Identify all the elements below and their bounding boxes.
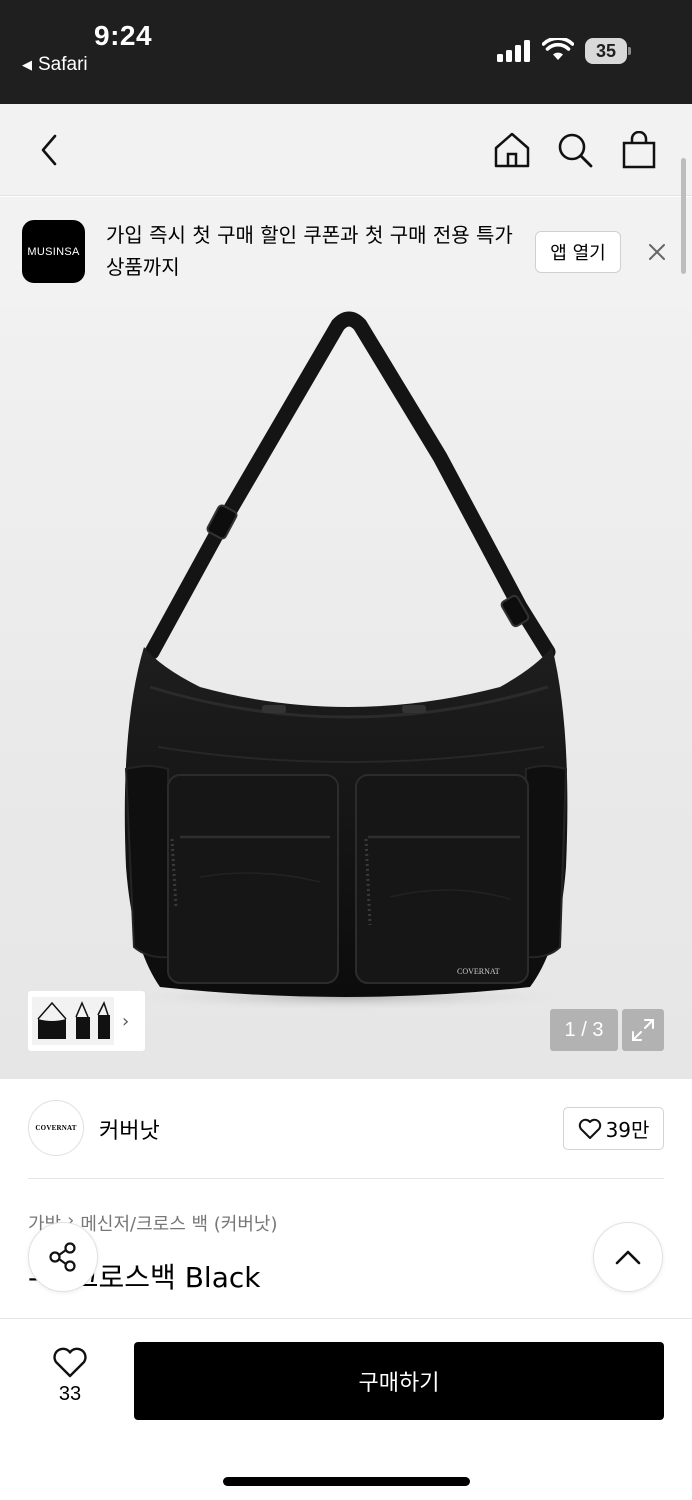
status-bar: 9:24 ◀ Safari 35	[0, 0, 692, 104]
home-icon	[494, 132, 530, 168]
wishlist-button[interactable]: 33	[40, 1347, 100, 1417]
thumbnail-images	[32, 997, 114, 1045]
close-icon[interactable]	[644, 239, 670, 265]
heart-icon	[578, 1118, 601, 1139]
divider	[28, 1178, 664, 1179]
musinsa-logo: MUSINSA	[22, 220, 85, 283]
brand-name[interactable]: 커버낫	[99, 1113, 160, 1145]
chevron-right-icon: ›	[122, 1010, 130, 1032]
wifi-icon	[542, 38, 574, 60]
share-button[interactable]	[28, 1222, 98, 1292]
brand-row: COVERNAT 커버낫 39만	[0, 1079, 692, 1179]
brand-like-count: 39만	[605, 1118, 650, 1142]
return-app-label: Safari	[38, 54, 88, 75]
buy-button[interactable]: 구매하기	[134, 1342, 664, 1420]
status-time: 9:24	[94, 20, 153, 51]
breadcrumb-item-subcategory[interactable]: 메신저/크로스 백 (커버낫)	[80, 1210, 277, 1236]
back-button[interactable]	[28, 128, 72, 172]
brand-logo[interactable]: COVERNAT	[28, 1100, 84, 1156]
bottom-action-bar: 33 구매하기	[0, 1318, 692, 1500]
thumbnail-strip[interactable]: ›	[28, 991, 145, 1051]
search-button[interactable]	[553, 128, 597, 172]
cart-button[interactable]	[617, 128, 661, 172]
share-icon	[49, 1242, 76, 1272]
home-button[interactable]	[490, 128, 534, 172]
search-icon	[558, 133, 593, 168]
scroll-to-top-button[interactable]	[593, 1222, 663, 1292]
crossbody-bag-image: COVERNAT	[116, 311, 576, 1011]
banner-promo-text: 가입 즉시 첫 구매 할인 쿠폰과 첫 구매 전용 특가 상품까지	[106, 223, 513, 279]
battery-level: 35	[585, 38, 627, 64]
page-scrollbar[interactable]	[681, 158, 686, 274]
chevron-up-icon	[615, 1250, 641, 1265]
heart-icon	[53, 1347, 87, 1378]
back-triangle-icon: ◀	[22, 57, 32, 72]
image-page-indicator: 1 / 3	[550, 1009, 618, 1051]
expand-icon	[632, 1019, 654, 1041]
expand-image-button[interactable]	[622, 1009, 664, 1051]
cellular-signal-icon	[497, 40, 531, 62]
shopping-bag-icon	[622, 131, 656, 169]
battery-indicator: 35	[585, 38, 631, 64]
brand-like-button[interactable]: 39만	[563, 1107, 664, 1150]
wishlist-count: 33	[58, 1383, 82, 1405]
product-image-gallery[interactable]: COVERNAT › 1 / 3	[0, 307, 692, 1079]
bag-brand-mark: COVERNAT	[457, 967, 500, 976]
top-nav-bar	[0, 104, 692, 196]
return-to-app-link[interactable]: ◀ Safari	[22, 54, 88, 76]
app-install-banner: MUSINSA 가입 즉시 첫 구매 할인 쿠폰과 첫 구매 전용 특가 상품까…	[0, 197, 692, 307]
open-app-button[interactable]: 앱 열기	[535, 231, 621, 273]
back-icon	[41, 134, 57, 166]
home-indicator[interactable]	[223, 1477, 470, 1486]
